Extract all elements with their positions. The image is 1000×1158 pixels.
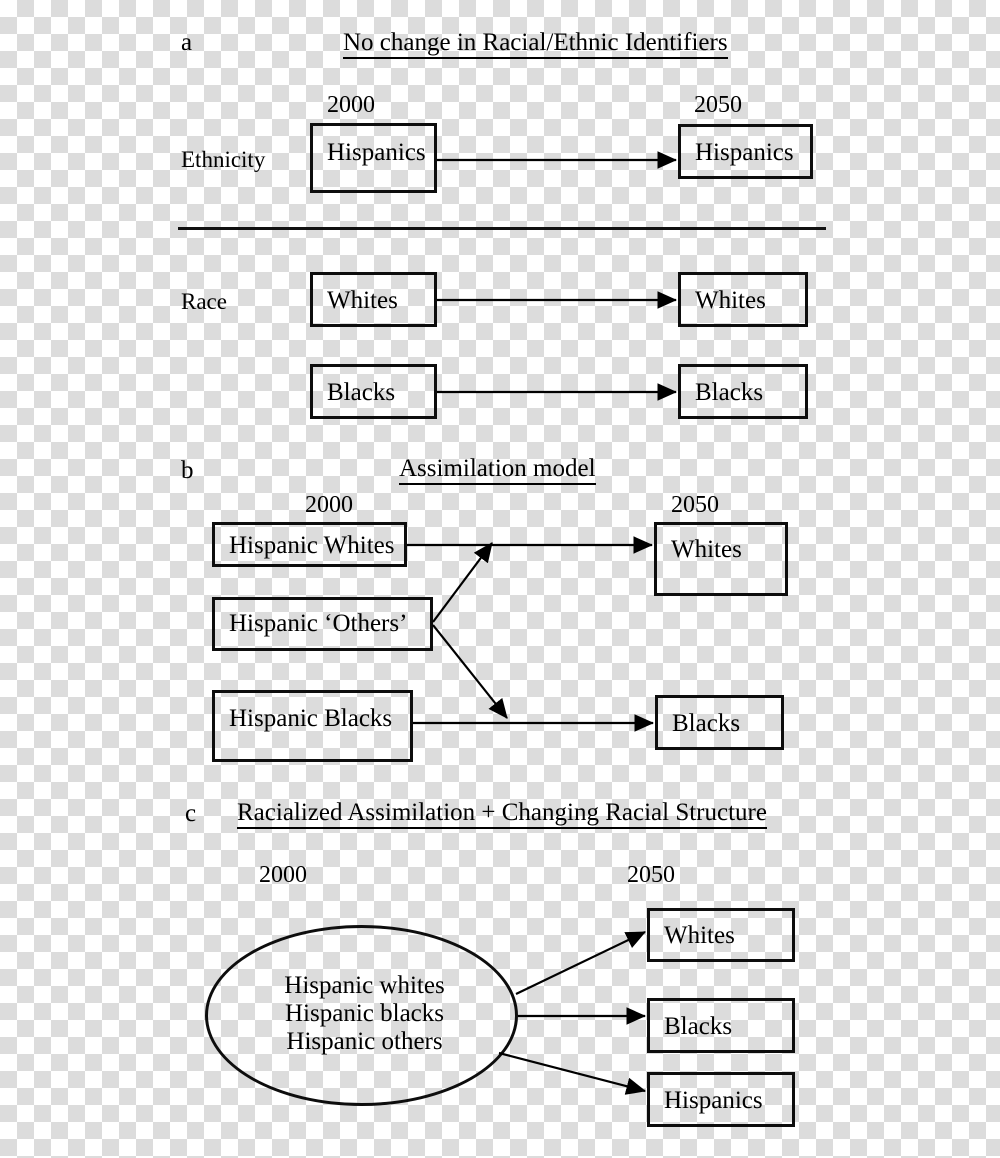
- row-label-ethnicity: Ethnicity: [181, 147, 266, 172]
- node-a-right-whites[interactable]: Whites: [678, 272, 808, 327]
- arrow-b-ho-to-whites: [432, 542, 493, 623]
- node-a-left-blacks[interactable]: Blacks: [310, 364, 437, 419]
- node-label: Blacks: [672, 710, 741, 737]
- node-c-whites[interactable]: Whites: [647, 908, 795, 962]
- node-b-hispanic-whites[interactable]: Hispanic Whites: [212, 522, 407, 567]
- panel-title-c: Racialized Assimilation + Changing Racia…: [237, 800, 767, 829]
- node-label: Hispanics: [327, 139, 426, 166]
- panel-a-year-right: 2050: [694, 92, 742, 118]
- ellipse-line-2: Hispanic blacks: [285, 1000, 444, 1027]
- panel-title-b: Assimilation model: [399, 456, 596, 485]
- panel-a-year-left: 2000: [327, 92, 375, 118]
- arrow-c-to-hispanics: [498, 1051, 647, 1095]
- node-label: Hispanic Whites: [229, 532, 395, 559]
- arrow-c-to-whites: [515, 931, 646, 995]
- panel-letter-c: c: [185, 800, 197, 827]
- panel-b-year-right: 2050: [671, 492, 719, 518]
- figure-canvas: a No change in Racial/Ethnic Identifiers…: [0, 0, 1000, 1158]
- node-b-hispanic-blacks[interactable]: Hispanic Blacks: [212, 690, 413, 762]
- node-label: Hispanics: [664, 1087, 763, 1114]
- node-c-hispanics[interactable]: Hispanics: [647, 1072, 795, 1127]
- node-label: Whites: [671, 536, 742, 563]
- arrow-b-ho-to-blacks: [432, 624, 508, 719]
- ellipse-line-1: Hispanic whites: [284, 972, 445, 999]
- row-label-race: Race: [181, 289, 227, 314]
- node-a-right-blacks[interactable]: Blacks: [678, 364, 808, 419]
- panel-b-year-left: 2000: [305, 492, 353, 518]
- section-divider: [178, 227, 826, 230]
- node-label: Whites: [695, 287, 766, 314]
- node-label: Whites: [664, 922, 735, 949]
- panel-letter-a: a: [181, 29, 193, 56]
- node-a-left-whites[interactable]: Whites: [310, 272, 437, 327]
- node-a-right-hispanics[interactable]: Hispanics: [678, 124, 813, 179]
- node-label: Whites: [327, 287, 398, 314]
- panel-title-a: No change in Racial/Ethnic Identifiers: [343, 30, 728, 59]
- node-label: Blacks: [695, 379, 764, 406]
- node-label: Hispanics: [695, 139, 794, 166]
- node-label: Blacks: [327, 379, 396, 406]
- node-b-right-blacks[interactable]: Blacks: [655, 695, 784, 750]
- panel-letter-b: b: [181, 457, 194, 484]
- panel-c-year-left: 2000: [259, 862, 307, 888]
- node-label: Hispanic ‘Others’: [229, 610, 408, 637]
- node-label: Blacks: [664, 1013, 733, 1040]
- source-group-ellipse[interactable]: Hispanic whites Hispanic blacks Hispanic…: [205, 925, 518, 1106]
- ellipse-line-3: Hispanic others: [286, 1028, 443, 1055]
- panel-c-year-right: 2050: [627, 862, 675, 888]
- node-b-right-whites[interactable]: Whites: [654, 522, 788, 596]
- node-label: Hispanic Blacks: [229, 705, 393, 732]
- node-b-hispanic-others[interactable]: Hispanic ‘Others’: [212, 597, 433, 651]
- node-a-left-hispanics[interactable]: Hispanics: [310, 123, 437, 193]
- node-c-blacks[interactable]: Blacks: [647, 998, 795, 1053]
